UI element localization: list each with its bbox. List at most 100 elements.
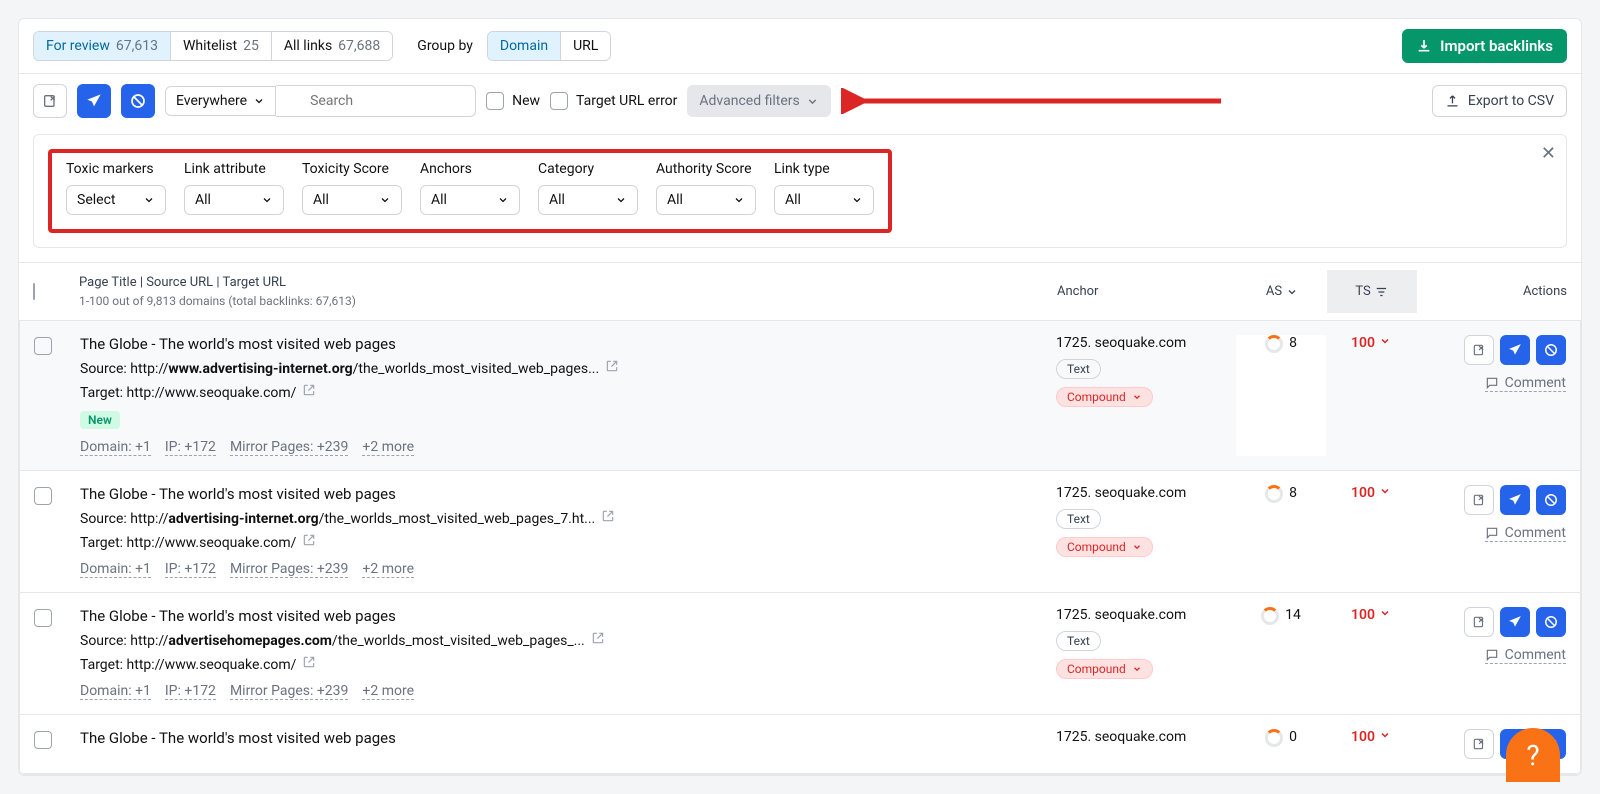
tab-label: Whitelist (183, 38, 237, 54)
table-row: The Globe - The world's most visited web… (20, 471, 1580, 593)
row-title[interactable]: The Globe - The world's most visited web… (80, 335, 1056, 353)
row-meta[interactable]: +2 more (362, 561, 414, 578)
filter-label: Link type (774, 161, 874, 177)
import-backlinks-button[interactable]: Import backlinks (1402, 29, 1567, 63)
row-source[interactable]: Source: http://advertising-internet.org/… (80, 509, 1056, 527)
row-action-send-icon[interactable] (1500, 335, 1530, 365)
external-link-icon[interactable] (591, 633, 605, 649)
anchor-compound-pill[interactable]: Compound (1056, 387, 1153, 407)
row-action-block-icon[interactable] (1536, 607, 1566, 637)
new-checkbox[interactable]: New (486, 92, 540, 110)
group-by-toggle: Domain URL (487, 31, 611, 61)
tab-count: 67,613 (116, 38, 158, 54)
anchor-compound-pill[interactable]: Compound (1056, 659, 1153, 679)
scope-dropdown[interactable]: Everywhere (165, 86, 276, 116)
row-action-export-icon[interactable] (1464, 729, 1494, 759)
row-meta[interactable]: Mirror Pages: +239 (230, 439, 348, 456)
row-checkbox[interactable] (34, 487, 52, 505)
row-meta[interactable]: IP: +172 (165, 439, 216, 456)
anchor-domain: 1725. seoquake.com (1056, 335, 1236, 351)
advanced-filters-button[interactable]: Advanced filters (687, 85, 830, 117)
ts-value[interactable]: 100 (1326, 729, 1416, 759)
row-title[interactable]: The Globe - The world's most visited web… (80, 607, 1056, 625)
row-meta[interactable]: Mirror Pages: +239 (230, 561, 348, 578)
external-link-icon[interactable] (302, 657, 316, 673)
filter-authority score[interactable]: All (656, 185, 756, 215)
row-meta[interactable]: Domain: +1 (80, 561, 151, 578)
ts-value[interactable]: 100 (1326, 485, 1416, 578)
external-link-icon[interactable] (601, 511, 615, 527)
filter-link type[interactable]: All (774, 185, 874, 215)
external-link-icon[interactable] (302, 385, 316, 401)
anchor-text-pill[interactable]: Text (1056, 631, 1101, 651)
row-action-block-icon[interactable] (1536, 335, 1566, 365)
header-ts[interactable]: TS (1327, 270, 1417, 313)
filter-toxicity score[interactable]: All (302, 185, 402, 215)
row-checkbox[interactable] (34, 609, 52, 627)
comment-icon (1485, 376, 1499, 390)
row-action-export-icon[interactable] (1464, 335, 1494, 365)
row-action-export-icon[interactable] (1464, 485, 1494, 515)
chevron-down-icon (261, 194, 273, 206)
anchor-compound-pill[interactable]: Compound (1056, 537, 1153, 557)
as-value: 8 (1236, 335, 1326, 456)
group-by-domain[interactable]: Domain (488, 32, 560, 60)
tab-for-review[interactable]: For review 67,613 (34, 32, 170, 60)
row-title[interactable]: The Globe - The world's most visited web… (80, 729, 1056, 747)
export-csv-button[interactable]: Export to CSV (1432, 85, 1567, 117)
row-target[interactable]: Target: http://www.seoquake.com/ (80, 655, 1056, 673)
row-checkbox[interactable] (34, 337, 52, 355)
external-link-icon[interactable] (605, 361, 619, 377)
tab-label: For review (46, 38, 110, 54)
row-source[interactable]: Source: http://www.advertising-internet.… (80, 359, 1056, 377)
row-title[interactable]: The Globe - The world's most visited web… (80, 485, 1056, 503)
chevron-down-icon (806, 95, 819, 108)
row-meta[interactable]: +2 more (362, 439, 414, 456)
row-action-send-icon[interactable] (1500, 607, 1530, 637)
annotation-highlight: Toxic markers Select Link attribute All … (48, 149, 892, 233)
row-meta[interactable]: Domain: +1 (80, 439, 151, 456)
chevron-down-icon (615, 194, 627, 206)
filter-anchors[interactable]: All (420, 185, 520, 215)
filter-category[interactable]: All (538, 185, 638, 215)
table-row: The Globe - The world's most visited web… (20, 715, 1580, 774)
as-value: 14 (1236, 607, 1326, 700)
external-link-icon[interactable] (302, 535, 316, 551)
ts-value[interactable]: 100 (1326, 607, 1416, 700)
export-action-icon[interactable] (33, 84, 67, 118)
comment-link[interactable]: Comment (1485, 525, 1566, 542)
ts-value[interactable]: 100 (1326, 335, 1416, 456)
filter-label: Link attribute (184, 161, 284, 177)
row-meta[interactable]: IP: +172 (165, 683, 216, 700)
search-input[interactable] (276, 85, 476, 117)
row-target[interactable]: Target: http://www.seoquake.com/ (80, 533, 1056, 551)
row-meta[interactable]: Domain: +1 (80, 683, 151, 700)
header-as[interactable]: AS (1237, 284, 1327, 299)
filter-toxic markers[interactable]: Select (66, 185, 166, 215)
send-action-icon[interactable] (77, 84, 111, 118)
group-by-url[interactable]: URL (560, 32, 610, 60)
row-meta[interactable]: +2 more (362, 683, 414, 700)
chevron-down-icon (253, 95, 265, 107)
filter-link attribute[interactable]: All (184, 185, 284, 215)
close-icon[interactable]: ✕ (1541, 143, 1556, 164)
row-meta[interactable]: IP: +172 (165, 561, 216, 578)
group-by-label: Group by (417, 38, 473, 54)
row-target[interactable]: Target: http://www.seoquake.com/ (80, 383, 1056, 401)
anchor-text-pill[interactable]: Text (1056, 509, 1101, 529)
anchor-domain: 1725. seoquake.com (1056, 485, 1236, 501)
target-url-error-checkbox[interactable]: Target URL error (550, 92, 677, 110)
comment-link[interactable]: Comment (1485, 375, 1566, 392)
row-action-export-icon[interactable] (1464, 607, 1494, 637)
row-action-block-icon[interactable] (1536, 485, 1566, 515)
comment-link[interactable]: Comment (1485, 647, 1566, 664)
tab-whitelist[interactable]: Whitelist 25 (170, 32, 271, 60)
row-source[interactable]: Source: http://advertisehomepages.com/th… (80, 631, 1056, 649)
row-action-send-icon[interactable] (1500, 485, 1530, 515)
row-meta[interactable]: Mirror Pages: +239 (230, 683, 348, 700)
tab-all-links[interactable]: All links 67,688 (271, 32, 392, 60)
block-action-icon[interactable] (121, 84, 155, 118)
select-all-checkbox[interactable] (33, 283, 35, 300)
anchor-text-pill[interactable]: Text (1056, 359, 1101, 379)
row-checkbox[interactable] (34, 731, 52, 749)
